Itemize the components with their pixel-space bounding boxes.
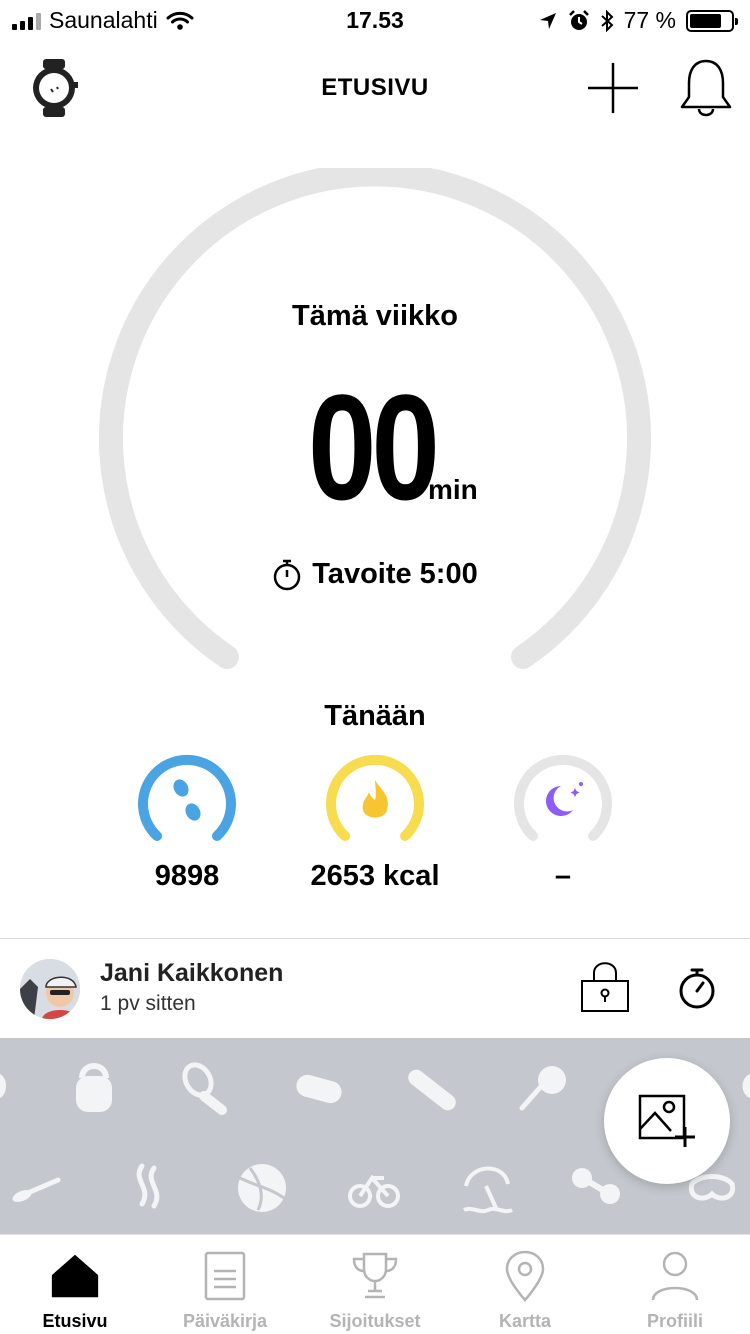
tab-label: Etusivu [42, 1311, 108, 1331]
add-photo-button[interactable] [604, 1058, 730, 1184]
bell-icon [680, 59, 732, 117]
calories-value: 2653 kcal [310, 860, 440, 892]
map-pin-icon [505, 1250, 545, 1302]
diary-icon [204, 1251, 246, 1301]
tab-label: Profiili [646, 1311, 703, 1331]
battery-percent: 77 % [623, 7, 676, 33]
snowshoe-icon [182, 1062, 227, 1115]
tab-label: Päiväkirja [182, 1311, 268, 1331]
tab-diary[interactable]: Päiväkirja [150, 1235, 300, 1334]
flame-icon [362, 780, 388, 818]
tab-profile[interactable]: Profiili [600, 1235, 750, 1334]
steps-value: 9898 [154, 860, 220, 892]
bicycle-icon [348, 1174, 400, 1208]
tab-home[interactable]: Etusivu [0, 1235, 150, 1334]
weekly-goal: Tavoite 5:00 [0, 558, 750, 591]
sleep-value: – [554, 860, 572, 892]
weekly-minutes-unit: min [428, 474, 478, 505]
top-header: ETUSIVU [0, 50, 750, 130]
bluetooth-icon [600, 9, 614, 32]
battery-icon [686, 9, 738, 32]
tab-label: Sijoitukset [329, 1311, 421, 1331]
basketball-icon [238, 1164, 286, 1212]
moon-icon [546, 782, 583, 816]
alarm-icon [568, 9, 589, 30]
feed-time-ago: 1 pv sitten [100, 992, 196, 1015]
calories-ring[interactable] [323, 750, 427, 854]
tab-rankings[interactable]: Sijoitukset [300, 1235, 450, 1334]
steps-ring[interactable] [135, 750, 239, 854]
profile-icon [651, 1251, 699, 1301]
tab-map[interactable]: Kartta [450, 1235, 600, 1334]
notifications-button[interactable] [674, 56, 738, 120]
diving-mask-icon [688, 1174, 736, 1201]
trophy-icon [352, 1252, 398, 1299]
dumbbell-icon [572, 1168, 620, 1204]
stopwatch-icon [274, 559, 301, 590]
today-label: Tänään [324, 700, 426, 732]
add-button[interactable] [581, 56, 645, 120]
stopwatch-icon [679, 968, 715, 1009]
weekly-minutes-value: 00 [308, 363, 440, 531]
home-icon [51, 1254, 99, 1298]
avatar[interactable] [20, 959, 80, 1019]
weekly-label: Tämä viikko [291, 300, 459, 332]
weekly-goal-text: Tavoite 5:00 [312, 558, 478, 590]
feed-user-name[interactable]: Jani Kaikkonen [100, 959, 283, 988]
skateboard-icon [408, 1069, 456, 1111]
swim-waves-icon [136, 1163, 160, 1209]
tab-bar: Etusivu Päiväkirja Sijoitukset Kartta Pr… [0, 1234, 750, 1334]
kettlebell-icon [76, 1063, 112, 1112]
axe-icon [519, 1066, 566, 1111]
steps-icon [173, 779, 201, 821]
location-arrow-icon [539, 12, 556, 29]
status-bar: Saunalahti 17.53 77 % [0, 0, 750, 40]
tab-label: Kartta [498, 1311, 551, 1331]
partial-sport-icon [742, 1074, 750, 1098]
partial-sport-icon [0, 1074, 6, 1098]
plus-icon [588, 63, 638, 113]
feed-item[interactable]: Jani Kaikkonen 1 pv sitten [0, 939, 750, 1039]
sleep-ring[interactable] [511, 750, 615, 854]
add-image-icon [638, 1094, 695, 1147]
kitesurf-icon [463, 1166, 513, 1214]
yoga-mat-icon [296, 1074, 342, 1104]
paddle-icon [12, 1177, 61, 1202]
lock-icon[interactable] [580, 961, 630, 1013]
